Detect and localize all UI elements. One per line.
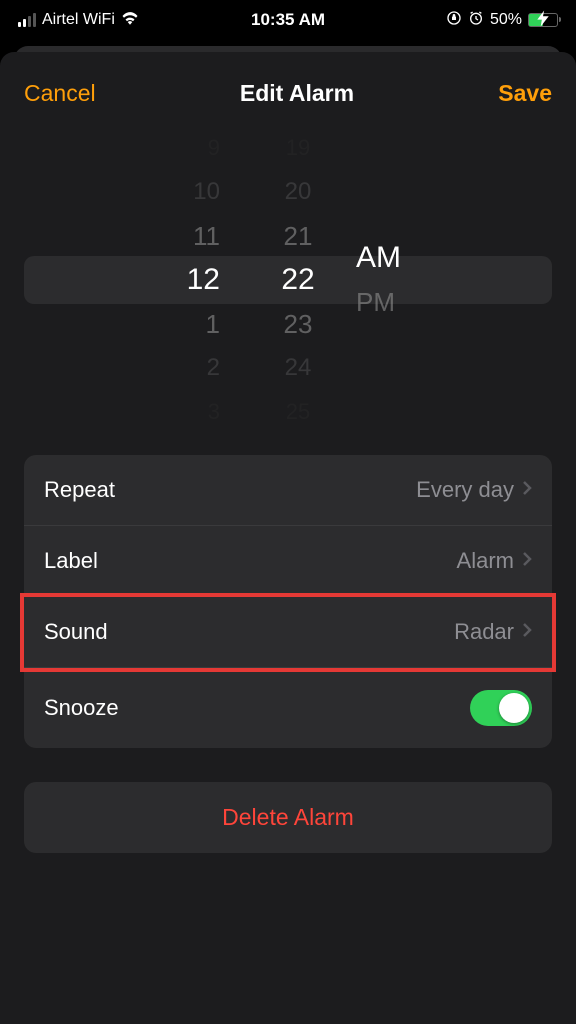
snooze-row: Snooze	[24, 668, 552, 748]
delete-alarm-button[interactable]: Delete Alarm	[24, 782, 552, 853]
wifi-icon	[121, 10, 139, 30]
chevron-right-icon	[522, 622, 532, 643]
nav-bar: Cancel Edit Alarm Save	[0, 52, 576, 125]
hour-wheel[interactable]: 9 10 11 12 1 2 3	[24, 135, 248, 425]
status-left: Airtel WiFi	[18, 10, 139, 30]
sound-label: Sound	[44, 619, 108, 645]
edit-alarm-sheet: Cancel Edit Alarm Save 9 10 11 12 1 2 3 …	[0, 52, 576, 1024]
label-value: Alarm	[457, 548, 514, 574]
carrier-label: Airtel WiFi	[42, 11, 115, 29]
cellular-signal-icon	[18, 13, 36, 27]
alarm-icon	[468, 10, 484, 31]
battery-percentage: 50%	[490, 11, 522, 29]
battery-icon	[528, 13, 558, 27]
repeat-label: Repeat	[44, 477, 115, 503]
repeat-value: Every day	[416, 477, 514, 503]
label-row[interactable]: Label Alarm	[24, 526, 552, 597]
status-bar: Airtel WiFi 10:35 AM 50%	[0, 0, 576, 40]
orientation-lock-icon	[446, 10, 462, 31]
chevron-right-icon	[522, 480, 532, 501]
status-time: 10:35 AM	[251, 10, 325, 30]
status-right: 50%	[446, 10, 558, 31]
toggle-knob	[499, 693, 529, 723]
charging-bolt-icon	[535, 11, 551, 30]
ampm-wheel[interactable]: AM PM	[348, 135, 552, 425]
sheet-title: Edit Alarm	[240, 80, 354, 107]
snooze-toggle[interactable]	[470, 690, 532, 726]
label-label: Label	[44, 548, 98, 574]
time-picker[interactable]: 9 10 11 12 1 2 3 19 20 21 22 23 24 25 AM…	[24, 135, 552, 425]
repeat-row[interactable]: Repeat Every day	[24, 455, 552, 526]
alarm-settings-list: Repeat Every day Label Alarm Sound Radar…	[24, 455, 552, 748]
snooze-label: Snooze	[44, 695, 119, 721]
save-button[interactable]: Save	[498, 80, 552, 107]
sound-value: Radar	[454, 619, 514, 645]
sound-row[interactable]: Sound Radar	[24, 597, 552, 668]
cancel-button[interactable]: Cancel	[24, 80, 96, 107]
minute-wheel[interactable]: 19 20 21 22 23 24 25	[248, 135, 348, 425]
chevron-right-icon	[522, 551, 532, 572]
